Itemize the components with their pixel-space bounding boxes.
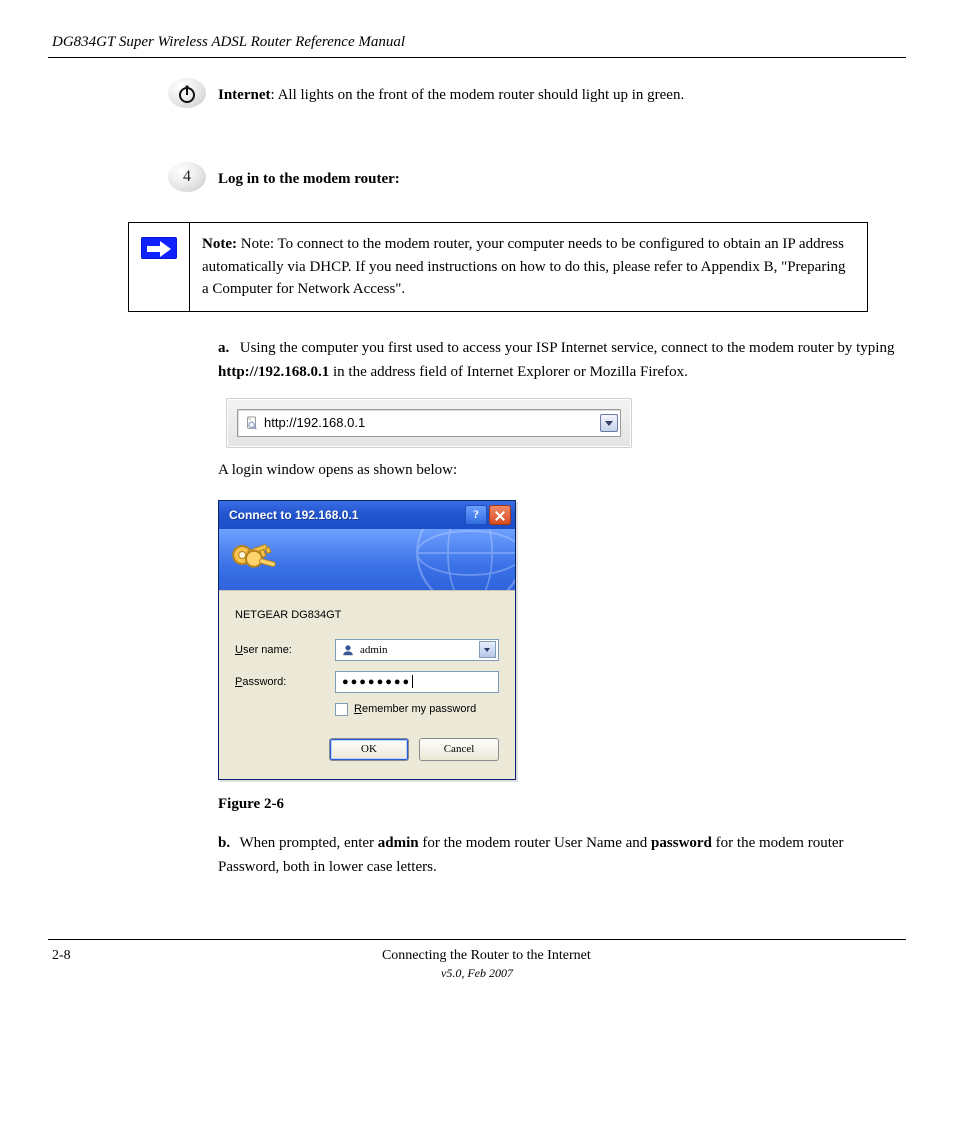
note-text: Note: Note: To connect to the modem rout… bbox=[202, 233, 855, 301]
substep-list: a. Using the computer you first used to … bbox=[218, 336, 906, 482]
running-header: DG834GT Super Wireless ADSL Router Refer… bbox=[48, 34, 906, 58]
substep-b-bold2: password bbox=[651, 835, 712, 851]
substep-b-bold1: admin bbox=[378, 835, 419, 851]
username-label: User name: bbox=[235, 644, 335, 656]
step-internet-text: Internet: All lights on the front of the… bbox=[218, 84, 906, 107]
dialog-button-row: OK Cancel bbox=[235, 738, 499, 765]
dialog-help-button[interactable]: ? bbox=[465, 505, 487, 525]
step-4-title: Log in to the modem router: bbox=[218, 168, 906, 191]
internet-icon bbox=[175, 81, 199, 105]
address-field[interactable]: http://192.168.0.1 bbox=[237, 409, 621, 437]
step-marker-4: 4 bbox=[168, 162, 206, 196]
row-remember: Remember my password bbox=[335, 703, 499, 716]
username-value: admin bbox=[360, 644, 479, 656]
substep-a-url: http://192.168.0.1 bbox=[218, 364, 329, 380]
password-field[interactable]: ●●●●●●●● bbox=[335, 671, 499, 693]
substep-a: a. Using the computer you first used to … bbox=[48, 336, 906, 482]
password-label: Password: bbox=[235, 676, 335, 688]
user-icon bbox=[340, 642, 356, 658]
page-icon bbox=[244, 415, 260, 431]
remember-label: Remember my password bbox=[354, 703, 476, 715]
substep-b: b. When prompted, enter admin for the mo… bbox=[48, 831, 906, 879]
substep-a-label: a. bbox=[218, 336, 236, 360]
figure-login-dialog-wrap: Connect to 192.168.0.1 ? bbox=[48, 500, 906, 813]
step-marker-internet bbox=[168, 78, 206, 112]
dialog-titlebar: Connect to 192.168.0.1 ? bbox=[219, 501, 515, 529]
note-arrow-icon bbox=[141, 237, 177, 259]
username-dropdown[interactable] bbox=[479, 641, 496, 658]
dialog-body: NETGEAR DG834GT User name: admin bbox=[219, 591, 515, 779]
dialog-banner bbox=[219, 529, 515, 591]
step-number-4: 4 bbox=[168, 162, 206, 192]
substep-b-text2: for the modem router User Name and bbox=[419, 835, 651, 851]
step-4: 4 Log in to the modem router: bbox=[48, 168, 906, 204]
substep-b-text1: When prompted, enter bbox=[239, 835, 377, 851]
note-box: Note: Note: To connect to the modem rout… bbox=[128, 222, 868, 312]
substep-a-text2: in the address field of Internet Explore… bbox=[329, 364, 688, 380]
login-dialog: Connect to 192.168.0.1 ? bbox=[218, 500, 516, 780]
figure-caption: Figure 2-6 bbox=[218, 796, 906, 813]
username-field[interactable]: admin bbox=[335, 639, 499, 661]
dialog-realm: NETGEAR DG834GT bbox=[235, 609, 499, 621]
figure-address-bar: http://192.168.0.1 bbox=[226, 398, 906, 448]
substep-a-followup: A login window opens as shown below: bbox=[218, 458, 906, 482]
row-password: Password: ●●●●●●●● bbox=[235, 671, 499, 693]
document-page: DG834GT Super Wireless ADSL Router Refer… bbox=[0, 0, 954, 1006]
dialog-title: Connect to 192.168.0.1 bbox=[229, 508, 463, 522]
footer-page-number: 2-8 bbox=[52, 948, 71, 964]
remember-checkbox[interactable] bbox=[335, 703, 348, 716]
text-caret bbox=[412, 675, 413, 688]
footer-chapter-title: Connecting the Router to the Internet bbox=[382, 948, 591, 964]
footer-version: v5.0, Feb 2007 bbox=[48, 964, 906, 982]
ok-button[interactable]: OK bbox=[329, 738, 409, 761]
page-footer: 2-8 Connecting the Router to the Interne… bbox=[48, 939, 906, 964]
address-dropdown[interactable] bbox=[600, 414, 618, 432]
row-username: User name: admin bbox=[235, 639, 499, 661]
keys-icon bbox=[229, 535, 281, 590]
step-internet: Internet: All lights on the front of the… bbox=[48, 84, 906, 120]
cancel-button[interactable]: Cancel bbox=[419, 738, 499, 761]
running-header-left: DG834GT Super Wireless ADSL Router Refer… bbox=[52, 34, 405, 51]
substep-b-label: b. bbox=[218, 831, 236, 855]
substep-a-text1: Using the computer you first used to acc… bbox=[240, 340, 895, 356]
password-value-masked: ●●●●●●●● bbox=[342, 676, 411, 688]
dialog-close-button[interactable] bbox=[489, 505, 511, 525]
address-text: http://192.168.0.1 bbox=[264, 415, 596, 430]
